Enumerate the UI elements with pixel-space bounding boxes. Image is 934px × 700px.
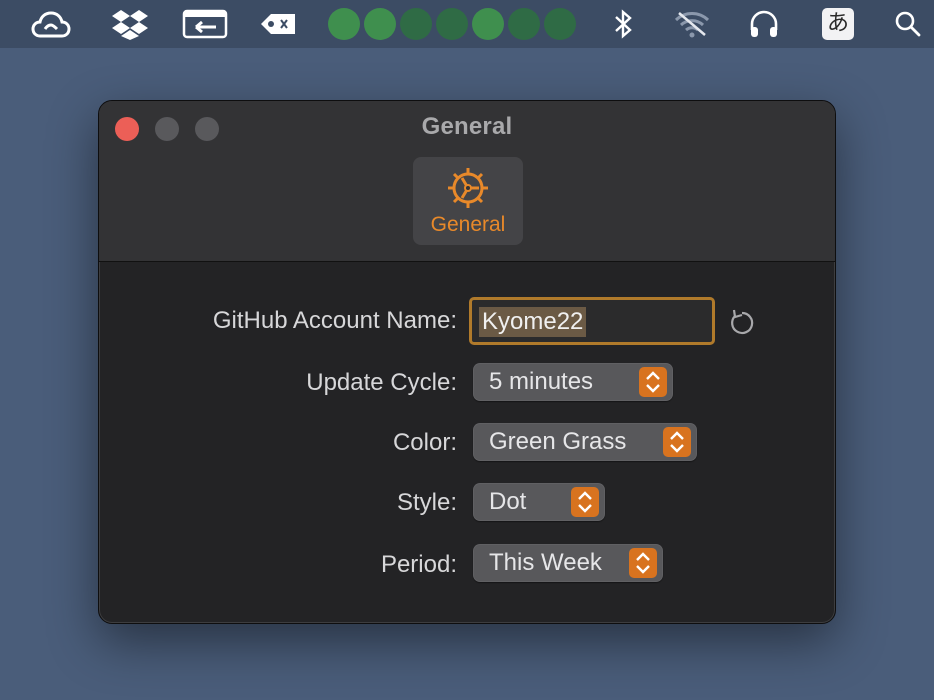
color-select[interactable]: Green Grass [473,423,697,461]
creative-cloud-icon[interactable] [30,0,72,48]
title-bar: General General [99,101,835,262]
input-method-label: あ [822,8,854,40]
status-dot [436,8,468,40]
tab-general-label: General [430,213,506,236]
github-account-value: Kyome22 [479,307,587,337]
dropbox-icon[interactable] [110,0,150,48]
color-label: Color: [392,429,457,456]
menu-bar: あ [0,0,934,48]
chevron-updown-icon [663,427,691,457]
style-value: Dot [489,488,527,515]
search-icon[interactable] [892,0,924,48]
period-value: This Week [489,549,602,576]
status-dot [364,8,396,40]
status-dots[interactable] [328,8,576,40]
window-title: General [421,113,513,140]
chevron-updown-icon [639,367,667,397]
github-account-field[interactable]: Kyome22 [469,297,715,345]
reset-icon[interactable] [727,307,757,337]
style-select[interactable]: Dot [473,483,605,521]
status-dot [328,8,360,40]
wifi-off-icon[interactable] [672,0,712,48]
status-dot [472,8,504,40]
tag-icon[interactable] [258,0,300,48]
screen-share-icon[interactable] [180,0,230,48]
update-cycle-value: 5 minutes [489,368,594,395]
status-dot [508,8,540,40]
update-cycle-select[interactable]: 5 minutes [473,363,673,401]
style-label: Style: [396,489,457,516]
status-dot [544,8,576,40]
color-value: Green Grass [489,428,627,455]
period-label: Period: [380,551,457,578]
input-method-icon[interactable]: あ [820,0,856,48]
github-account-label: GitHub Account Name: [212,307,457,334]
chevron-updown-icon [571,487,599,517]
period-select[interactable]: This Week [473,544,663,582]
gear-icon [445,165,491,216]
update-cycle-label: Update Cycle: [306,369,457,396]
bluetooth-icon[interactable] [608,0,638,48]
chevron-updown-icon [629,548,657,578]
status-dot [400,8,432,40]
preferences-window: General General GitHub Account Name: Kyo… [98,100,836,624]
tab-general[interactable]: General [413,157,523,245]
headphones-icon[interactable] [746,0,782,48]
